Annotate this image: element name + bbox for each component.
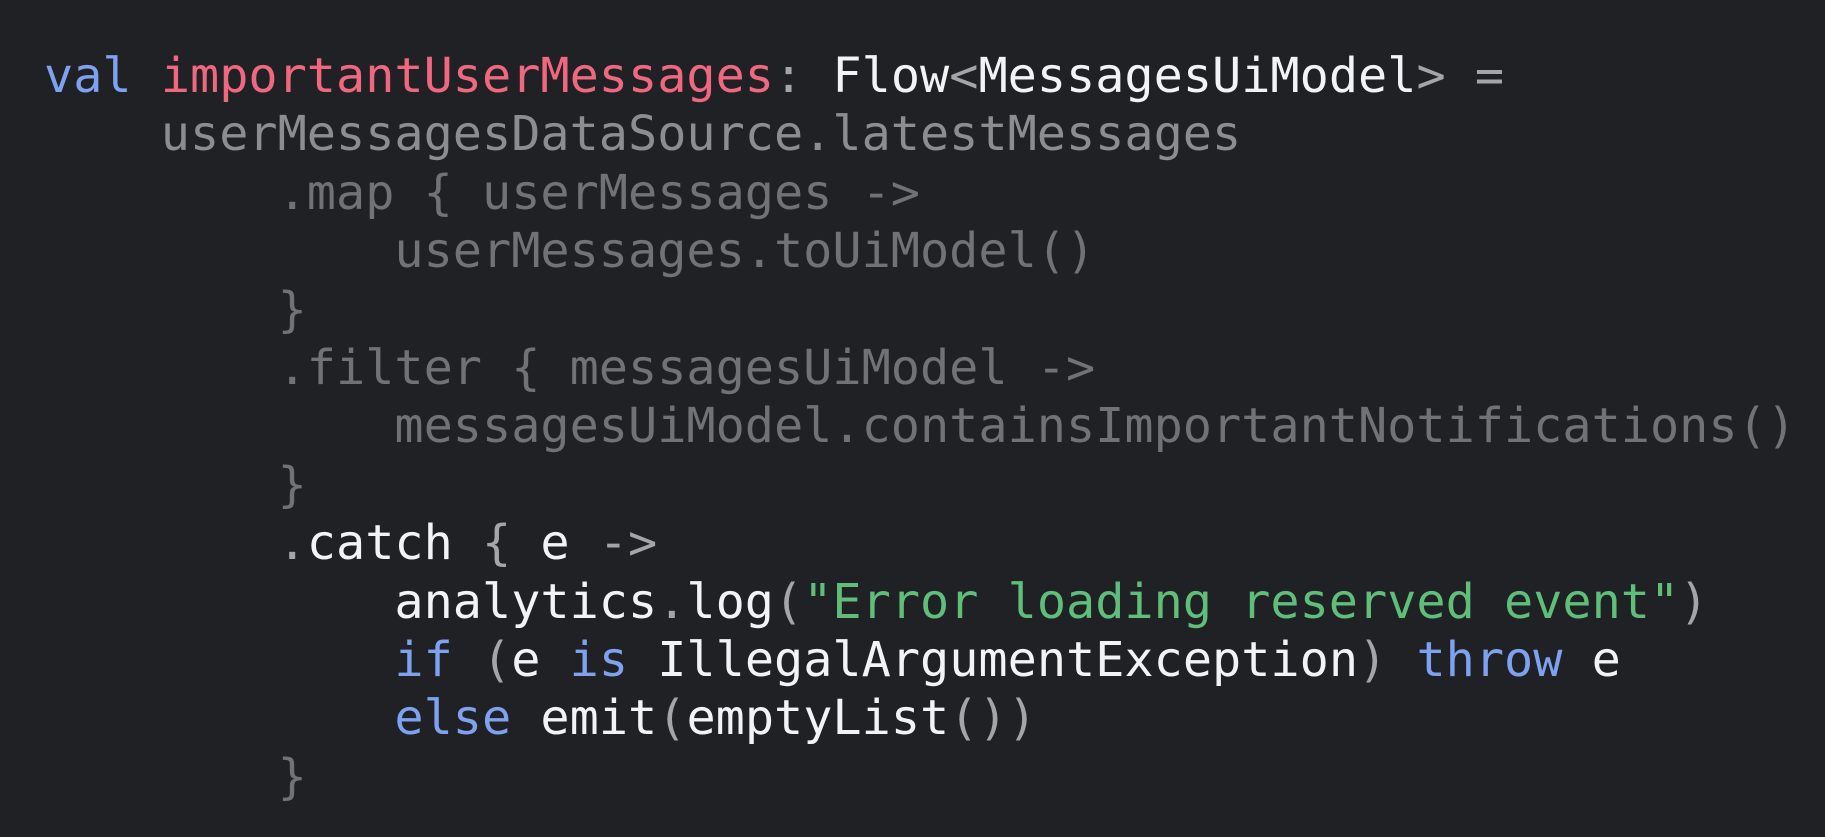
code-token: ( [452,631,512,688]
code-token: MessagesUiModel [978,48,1417,104]
code-block: val importantUserMessages: Flow<Messages… [44,47,1796,806]
code-line: userMessages.toUiModel() [44,222,1796,280]
code-line: val importantUserMessages: Flow<Messages… [44,47,1796,105]
code-token: if [394,631,453,688]
code-token: "Error loading reserved event" [803,573,1680,630]
code-token: } [44,456,307,513]
code-line: .filter { messagesUiModel -> [44,339,1796,397]
code-token: emit [540,690,658,747]
code-line: analytics.log("Error loading reserved ev… [44,573,1796,631]
code-line: } [44,748,1796,806]
code-token: -> [569,515,658,572]
code-token: . [44,515,307,572]
code-token: IllegalArgumentException [657,631,1359,688]
code-token: Flow [832,48,950,104]
code-token: is [569,631,629,688]
code-line: } [44,281,1796,339]
code-token: e [511,631,541,688]
code-token: throw [1416,631,1563,688]
code-token: < [949,48,979,104]
code-token: ) [1679,573,1709,630]
code-token: importantUserMessages [160,48,775,104]
code-line: .catch { e -> [44,514,1796,572]
code-token: emptyList [686,690,950,747]
code-token: userMessages.toUiModel() [44,223,1096,280]
code-token: log [686,573,775,630]
code-token: userMessagesDataSource.latestMessages [44,106,1242,163]
code-line: if (e is IllegalArgumentException) throw… [44,631,1796,689]
code-line: else emit(emptyList()) [44,689,1796,747]
code-token: } [44,748,307,805]
code-token: .map { userMessages -> [44,164,920,221]
code-line: .map { userMessages -> [44,164,1796,222]
code-token: else [394,690,512,747]
code-line: userMessagesDataSource.latestMessages [44,105,1796,163]
code-line: messagesUiModel.containsImportantNotific… [44,397,1796,455]
code-token: { [452,515,541,572]
code-token: analytics [394,573,658,630]
code-token: catch [306,515,453,572]
code-token: ) [1358,631,1417,688]
code-token: . [657,573,687,630]
code-token: ( [657,690,687,747]
code-token: e [1591,631,1621,688]
code-token: > = [1416,48,1505,104]
code-token: .filter { messagesUiModel -> [44,339,1096,396]
code-line: } [44,456,1796,514]
code-token: ()) [949,690,1037,747]
code-token: val [44,48,132,104]
code-editor-view: val importantUserMessages: Flow<Messages… [0,0,1825,837]
code-token: e [540,515,570,572]
code-token: ( [774,573,804,630]
code-token: : [774,48,833,104]
code-token: messagesUiModel.containsImportantNotific… [44,398,1796,455]
code-token: } [44,281,307,338]
